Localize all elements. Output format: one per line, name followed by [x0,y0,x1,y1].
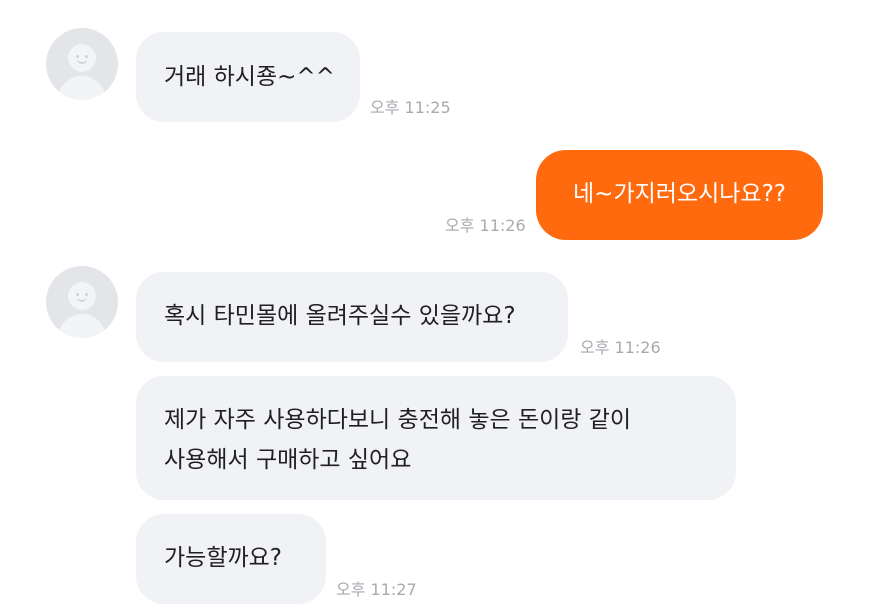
outgoing-message-bubble[interactable]: 네~가지러오시나요?? [536,150,823,240]
message-text-line: 사용해서 구매하고 싶어요 [164,447,412,473]
message-text: 네~가지러오시나요?? [573,181,786,207]
incoming-message-bubble[interactable]: 제가 자주 사용하다보니 충전해 놓은 돈이랑 같이 사용해서 구매하고 싶어요 [136,376,736,500]
message-timestamp: 오후 11:27 [336,580,417,599]
message-timestamp: 오후 11:25 [370,98,451,117]
message-text: 혹시 타민몰에 올려주실수 있을까요? [164,303,516,329]
message-text: 거래 하시죵~^^ [164,64,335,90]
message-timestamp: 오후 11:26 [580,338,661,357]
profile-avatar-icon[interactable] [46,266,118,338]
incoming-message-bubble[interactable]: 거래 하시죵~^^ [136,32,360,122]
profile-avatar-icon[interactable] [46,28,118,100]
incoming-message-bubble[interactable]: 가능할까요? [136,514,326,604]
message-text-line: 제가 자주 사용하다보니 충전해 놓은 돈이랑 같이 [164,407,632,433]
message-text: 가능할까요? [164,545,283,571]
message-timestamp: 오후 11:26 [445,216,526,235]
incoming-message-bubble[interactable]: 혹시 타민몰에 올려주실수 있을까요? [136,272,568,362]
